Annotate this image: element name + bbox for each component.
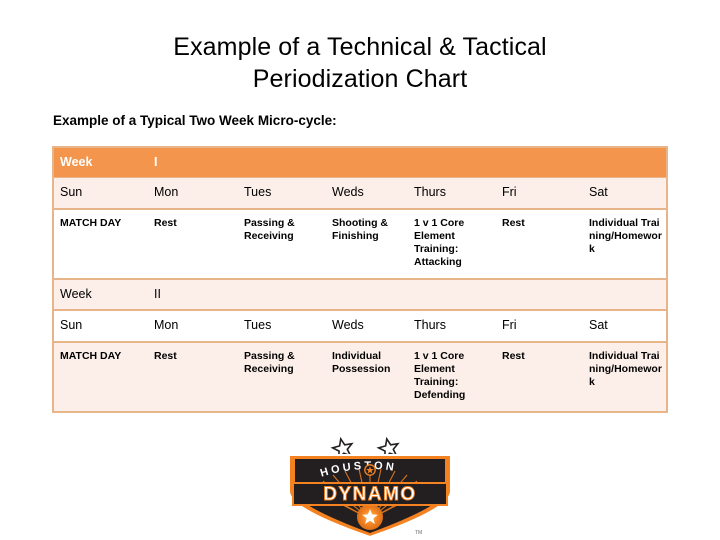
day-header-sun-week2: Sun — [60, 318, 83, 332]
houston-dynamo-logo: HOUSTON DYNAMO TM — [275, 433, 465, 538]
day-header-fri: Fri — [502, 185, 517, 199]
activity-week2-tues: Passing & Receiving — [244, 350, 295, 375]
activity-week2-sat: Individual Training/Homework — [589, 350, 662, 388]
week-1-label: Week — [60, 155, 93, 169]
day-header-tues-week2: Tues — [244, 318, 272, 332]
subtitle: Example of a Typical Two Week Micro-cycl… — [53, 113, 337, 128]
week-1-header-filler-2 — [238, 148, 326, 177]
week-2-days-row: Sun Mon Tues Weds Thurs Fri Sat — [54, 311, 666, 343]
week-2-header-filler-2 — [238, 280, 326, 309]
activity-week2-weds: Individual Possession — [332, 350, 391, 375]
activity-week1-sat: Individual Training/Homework — [589, 217, 662, 255]
week-2-number: II — [154, 287, 161, 301]
day-header-sat-week2: Sat — [589, 318, 608, 332]
day-header-mon-week2: Mon — [154, 318, 179, 332]
trademark-mark: TM — [415, 530, 422, 536]
periodization-table: Week I Sun Mon Tues Weds Thurs Fri Sat M… — [52, 146, 668, 413]
week-1-header-filler-4 — [408, 148, 496, 177]
week-2-header-filler-4 — [408, 280, 496, 309]
day-header-sun: Sun — [60, 185, 83, 199]
day-header-thurs-week2: Thurs — [414, 318, 446, 332]
day-header-weds-week2: Weds — [332, 318, 364, 332]
week-2-label: Week — [60, 287, 92, 301]
activity-week1-tues: Passing & Receiving — [244, 217, 295, 242]
activity-week1-weds: Shooting & Finishing — [332, 217, 388, 242]
day-header-tues: Tues — [244, 185, 272, 199]
activity-week2-mon: Rest — [154, 350, 177, 362]
week-2-header-row: Week II — [54, 278, 666, 311]
week-1-activities-row: MATCH DAY Rest Passing & Receiving Shoot… — [54, 210, 666, 278]
week-2-header-filler-3 — [326, 280, 408, 309]
week-1-header-filler-3 — [326, 148, 408, 177]
week-1-header-filler-5 — [496, 148, 583, 177]
day-header-sat: Sat — [589, 185, 608, 199]
week-1-header-row: Week I — [54, 148, 666, 178]
week-2-header-filler-6 — [583, 280, 666, 309]
activity-week2-sun: MATCH DAY — [60, 350, 122, 362]
week-1-days-row: Sun Mon Tues Weds Thurs Fri Sat — [54, 178, 666, 210]
activity-week1-sun: MATCH DAY — [60, 217, 122, 229]
activity-week2-fri: Rest — [502, 350, 525, 362]
logo-dynamo-text: DYNAMO — [323, 484, 416, 505]
day-header-weds: Weds — [332, 185, 364, 199]
week-1-number: I — [154, 155, 158, 169]
day-header-mon: Mon — [154, 185, 179, 199]
activity-week1-thurs: 1 v 1 Core Element Training: Attacking — [414, 217, 465, 268]
title-line-1: Example of a Technical & Tactical — [173, 33, 547, 61]
week-2-activities-row: MATCH DAY Rest Passing & Receiving Indiv… — [54, 343, 666, 411]
slide-canvas: Example of a Technical & Tactical Period… — [0, 0, 720, 540]
activity-week2-thurs: 1 v 1 Core Element Training: Defending — [414, 350, 466, 401]
day-header-thurs: Thurs — [414, 185, 446, 199]
page-title: Example of a Technical & Tactical Period… — [0, 31, 720, 95]
title-line-2: Periodization Chart — [252, 65, 468, 93]
activity-week1-mon: Rest — [154, 217, 177, 229]
day-header-fri-week2: Fri — [502, 318, 517, 332]
activity-week1-fri: Rest — [502, 217, 525, 229]
dynamo-crest-icon: HOUSTON DYNAMO TM — [288, 436, 452, 538]
week-2-header-filler-5 — [496, 280, 583, 309]
week-1-header-filler-6 — [583, 148, 666, 177]
